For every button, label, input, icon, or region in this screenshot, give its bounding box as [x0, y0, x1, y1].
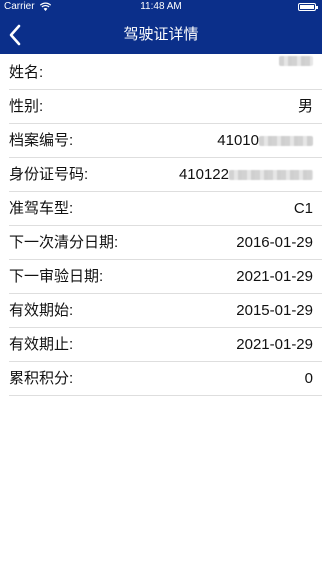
- row-label: 准驾车型:: [9, 200, 74, 217]
- row-value: 2021-01-29: [236, 336, 313, 353]
- redacted-blur: [229, 170, 313, 180]
- row-id-number: 身份证号码: 410122: [9, 158, 322, 192]
- page-title: 驾驶证详情: [123, 26, 199, 43]
- row-label: 姓名:: [9, 64, 44, 81]
- redacted-blur: [259, 136, 313, 146]
- row-label: 性别:: [9, 98, 44, 115]
- row-label: 下一次清分日期:: [9, 234, 119, 251]
- row-valid-to: 有效期止: 2021-01-29: [9, 328, 322, 362]
- row-value: 男: [297, 98, 313, 115]
- row-label: 有效期止:: [9, 336, 74, 353]
- row-value: 41010: [217, 124, 313, 158]
- row-next-clear-date: 下一次清分日期: 2016-01-29: [9, 226, 322, 260]
- status-bar: Carrier 11:48 AM: [0, 0, 322, 14]
- row-label: 有效期始:: [9, 302, 74, 319]
- row-valid-from: 有效期始: 2015-01-29: [9, 294, 322, 328]
- row-label: 累积积分:: [9, 370, 74, 387]
- battery-icon: [298, 3, 318, 11]
- status-time: 11:48 AM: [140, 1, 182, 12]
- row-value: 2021-01-29: [236, 268, 313, 285]
- license-detail-list: 姓名: 性别: 男 档案编号: 41010 身份证号码: 410122 准驾车型…: [0, 56, 322, 396]
- row-value: 2015-01-29: [236, 302, 313, 319]
- id-number-value: 410122: [178, 166, 229, 183]
- row-value: 2016-01-29: [236, 234, 313, 251]
- row-value: 410122: [179, 158, 313, 192]
- row-vehicle-class: 准驾车型: C1: [9, 192, 322, 226]
- redacted-blur: [279, 56, 313, 66]
- row-next-review-date: 下一审验日期: 2021-01-29: [9, 260, 322, 294]
- row-value: [279, 56, 313, 66]
- row-name: 姓名:: [9, 56, 322, 90]
- row-label: 下一审验日期:: [9, 268, 104, 285]
- row-total-points: 累积积分: 0: [9, 362, 322, 396]
- row-gender: 性别: 男: [9, 90, 322, 124]
- row-label: 身份证号码:: [9, 166, 89, 183]
- nav-bar: Carrier 11:48 AM 驾驶证详情: [0, 0, 322, 54]
- row-value: C1: [293, 200, 313, 217]
- row-file-number: 档案编号: 41010: [9, 124, 322, 158]
- row-value: 0: [304, 370, 313, 387]
- file-number-value: 41010: [217, 132, 259, 149]
- row-label: 档案编号:: [9, 132, 74, 149]
